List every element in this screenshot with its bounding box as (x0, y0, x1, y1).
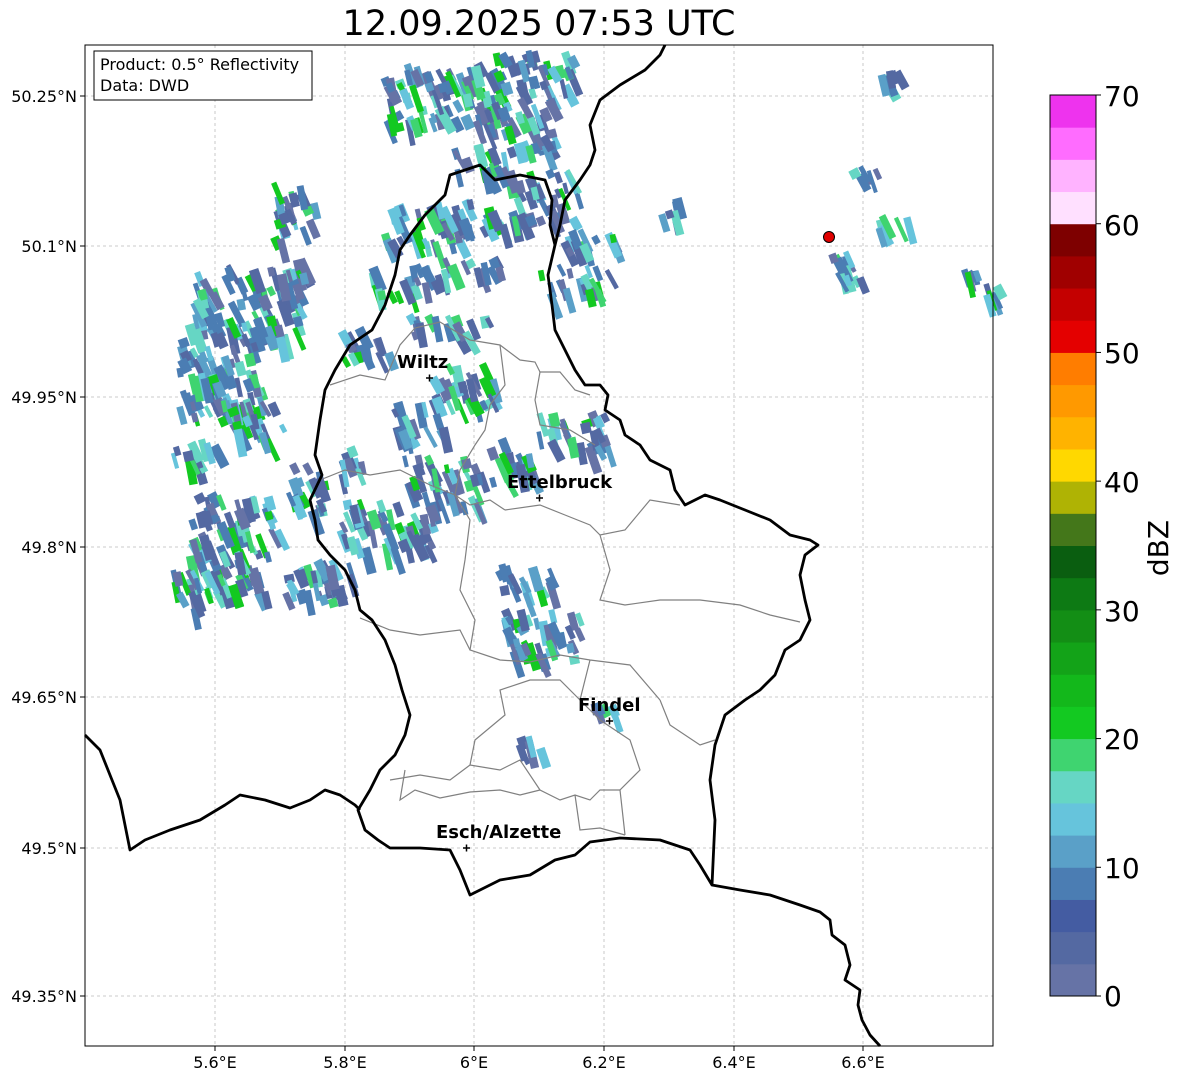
colorbar-segment (1050, 835, 1096, 868)
colorbar-segment (1050, 191, 1096, 225)
lon-tick-label: 6.4°E (712, 1053, 756, 1072)
lat-tick-labels: 50.25°N 50.1°N 49.95°N 49.8°N 49.65°N 49… (11, 87, 77, 1006)
colorbar-segment (1050, 770, 1096, 804)
colorbar-segment (1050, 963, 1096, 997)
colorbar-segment (1050, 513, 1096, 546)
colorbar-tick-label: 30 (1104, 595, 1140, 628)
city-label-wiltz: Wiltz (397, 352, 448, 373)
colorbar-segment (1050, 867, 1096, 900)
echo-cell (499, 584, 511, 597)
colorbar-segment (1050, 223, 1096, 257)
colorbar-segment (1050, 416, 1096, 450)
radar-station-marker (823, 231, 835, 243)
lon-tick-label: 6.2°E (582, 1053, 626, 1072)
colorbar-segment (1050, 609, 1096, 643)
colorbar-label: dBZ (1142, 520, 1175, 576)
colorbar-segment (1050, 674, 1096, 707)
colorbar-segment (1050, 706, 1096, 740)
colorbar-tick-label: 50 (1104, 337, 1140, 370)
lat-tick-label: 49.35°N (11, 987, 77, 1006)
lat-tick-label: 49.95°N (11, 388, 77, 407)
colorbar-segment (1050, 95, 1096, 128)
colorbar (1050, 94, 1101, 997)
lat-tick-label: 49.65°N (11, 688, 77, 707)
radar-map: Product: 0.5° Reflectivity Data: DWD Wil… (11, 44, 1175, 1072)
lat-tick-label: 50.1°N (21, 237, 77, 256)
city-label-esch-alzette: Esch/Alzette (436, 822, 561, 843)
colorbar-segment (1050, 577, 1096, 611)
lon-tick-label: 6°E (460, 1053, 488, 1072)
colorbar-tick-label: 20 (1104, 723, 1140, 756)
colorbar-segment (1050, 352, 1096, 386)
lat-tick-label: 50.25°N (11, 87, 77, 106)
lon-tick-label: 5.6°E (193, 1053, 237, 1072)
lon-tick-label: 5.8°E (323, 1053, 367, 1072)
colorbar-tick-label: 10 (1104, 852, 1140, 885)
colorbar-tick-label: 0 (1104, 980, 1122, 1013)
colorbar-tick-label: 60 (1104, 209, 1140, 242)
info-product: Product: 0.5° Reflectivity (100, 55, 299, 74)
colorbar-segment (1050, 481, 1096, 514)
colorbar-tick-label: 40 (1104, 466, 1140, 499)
colorbar-segment (1050, 127, 1096, 160)
colorbar-segment (1050, 931, 1096, 965)
colorbar-segment (1050, 384, 1096, 418)
lat-tick-label: 49.8°N (21, 538, 77, 557)
city-label-findel: Findel (578, 695, 641, 716)
colorbar-segment (1050, 738, 1096, 772)
colorbar-segment (1050, 320, 1096, 353)
colorbar-tick-labels: 70 60 50 40 30 20 10 0 (1104, 80, 1140, 1013)
colorbar-segment (1050, 448, 1096, 482)
info-box: Product: 0.5° Reflectivity Data: DWD (93, 50, 313, 101)
colorbar-segment (1050, 642, 1096, 675)
city-label-ettelbruck: Ettelbruck (507, 472, 613, 493)
colorbar-segment (1050, 545, 1096, 579)
colorbar-segment (1050, 899, 1096, 933)
lon-tick-labels: 5.6°E 5.8°E 6°E 6.2°E 6.4°E 6.6°E (193, 1053, 885, 1072)
colorbar-segment (1050, 288, 1096, 321)
colorbar-segment (1050, 802, 1096, 836)
info-data-source: Data: DWD (100, 76, 189, 95)
lat-tick-label: 49.5°N (21, 839, 77, 858)
colorbar-tick-label: 70 (1104, 80, 1140, 113)
colorbar-segment (1050, 159, 1096, 193)
lon-tick-label: 6.6°E (841, 1053, 885, 1072)
colorbar-segment (1050, 255, 1096, 289)
